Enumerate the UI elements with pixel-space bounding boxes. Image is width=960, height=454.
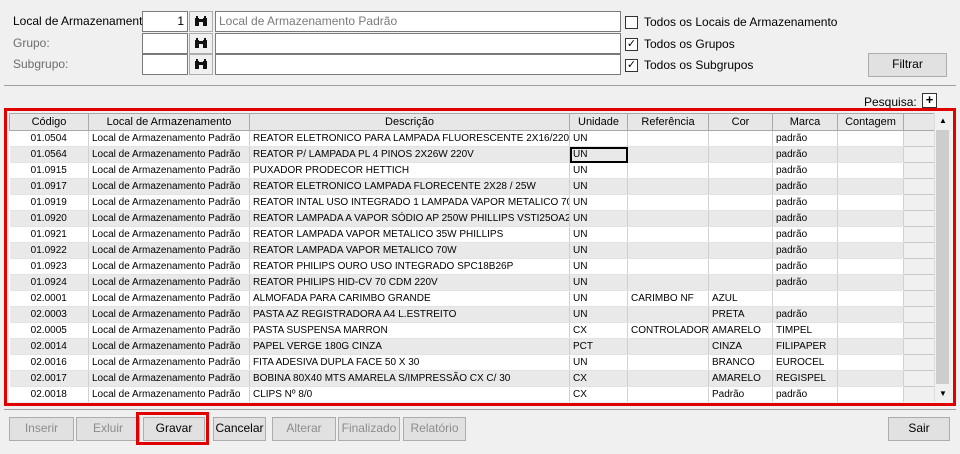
todos-grupos-checkbox[interactable]: ✓ Todos os Grupos bbox=[625, 37, 735, 51]
sair-button[interactable]: Sair bbox=[888, 417, 950, 441]
checkbox-box[interactable]: ✓ bbox=[625, 37, 638, 51]
pesquisa-add-button[interactable]: + bbox=[922, 93, 937, 108]
local-label: Local de Armazenamento: bbox=[13, 14, 153, 28]
alterar-button[interactable]: Alterar bbox=[272, 417, 336, 441]
grupo-label: Grupo: bbox=[13, 36, 50, 50]
cancelar-button[interactable]: Cancelar bbox=[213, 417, 266, 441]
grid-highlight-frame bbox=[4, 108, 956, 406]
filtrar-button[interactable]: Filtrar bbox=[868, 53, 947, 77]
divider bbox=[4, 409, 956, 410]
grupo-code-input[interactable] bbox=[142, 33, 188, 54]
local-description-field: Local de Armazenamento Padrão bbox=[215, 11, 621, 32]
checkbox-label: Todos os Locais de Armazenamento bbox=[644, 15, 838, 29]
checkbox-box[interactable] bbox=[625, 15, 638, 29]
checkbox-label: Todos os Grupos bbox=[644, 37, 735, 51]
divider bbox=[4, 85, 956, 86]
todos-locais-checkbox[interactable]: Todos os Locais de Armazenamento bbox=[625, 15, 837, 29]
excluir-button[interactable]: Exluir bbox=[76, 417, 140, 441]
local-code-input[interactable]: 1 bbox=[142, 11, 188, 32]
binoculars-icon[interactable] bbox=[189, 11, 213, 32]
gravar-highlight-frame bbox=[136, 412, 209, 445]
checkbox-label: Todos os Subgrupos bbox=[644, 58, 754, 72]
binoculars-icon[interactable] bbox=[189, 33, 213, 54]
binoculars-icon[interactable] bbox=[189, 54, 213, 75]
pesquisa-label: Pesquisa: bbox=[864, 95, 917, 109]
checkbox-box[interactable]: ✓ bbox=[625, 58, 638, 72]
inserir-button[interactable]: Inserir bbox=[9, 417, 74, 441]
finalizado-button[interactable]: Finalizado bbox=[338, 417, 400, 441]
relatorio-button[interactable]: Relatório bbox=[403, 417, 466, 441]
subgrupo-code-input[interactable] bbox=[142, 54, 188, 75]
grupo-description-field bbox=[215, 33, 621, 54]
todos-subgrupos-checkbox[interactable]: ✓ Todos os Subgrupos bbox=[625, 58, 753, 72]
subgrupo-label: Subgrupo: bbox=[13, 57, 69, 71]
subgrupo-description-field bbox=[215, 54, 621, 75]
